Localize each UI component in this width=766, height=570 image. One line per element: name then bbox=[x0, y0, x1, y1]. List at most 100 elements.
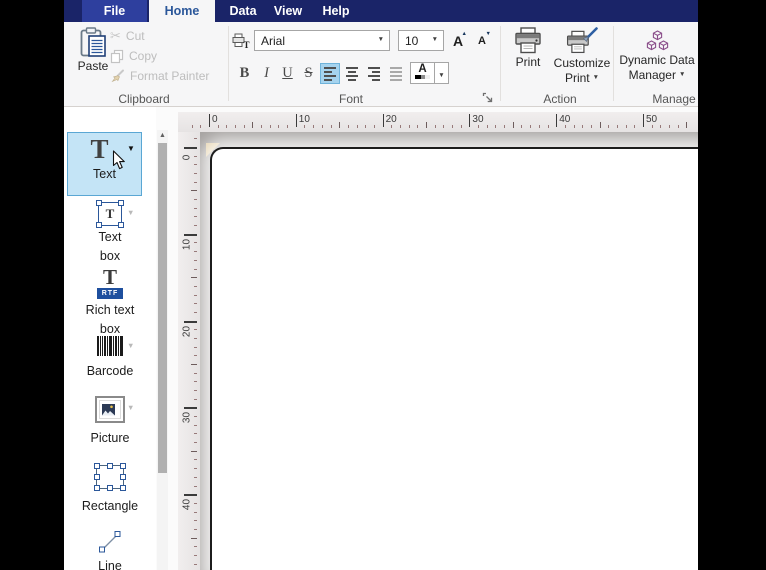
toolbox-item-label-2: box bbox=[99, 249, 121, 263]
align-left-button[interactable] bbox=[320, 63, 340, 84]
workspace: T ▼ Text T ▼ Text box T RTF Rich text bo… bbox=[64, 107, 698, 570]
chevron-down-icon: ▼ bbox=[678, 71, 686, 79]
toolbox-item-barcode[interactable]: ▼ Barcode bbox=[64, 336, 156, 381]
ruler-tick bbox=[521, 125, 523, 128]
toolbox-item-textbox[interactable]: T ▼ Text box bbox=[64, 200, 156, 266]
menu-file[interactable]: File bbox=[82, 0, 147, 22]
ruler-tick bbox=[287, 125, 289, 128]
ruler-tick bbox=[556, 114, 558, 127]
ruler-tick bbox=[191, 537, 197, 539]
scroll-up-icon[interactable]: ▲ bbox=[157, 130, 168, 142]
ruler-tick bbox=[643, 114, 644, 127]
menu-bar: File Home Data View Help bbox=[64, 0, 698, 22]
paste-button[interactable]: Paste bbox=[74, 27, 112, 73]
font-dialog-launcher[interactable] bbox=[482, 92, 494, 104]
ruler-tick bbox=[194, 485, 197, 487]
ruler-tick bbox=[194, 468, 197, 470]
chevron-down-icon[interactable]: ▼ bbox=[127, 208, 134, 217]
ruler-tick bbox=[217, 125, 219, 128]
ruler-tick bbox=[278, 125, 280, 128]
chevron-down-icon: ▼ bbox=[592, 74, 600, 82]
line-icon bbox=[99, 531, 121, 553]
toolbox-item-richtextbox[interactable]: T RTF Rich text box bbox=[64, 267, 156, 339]
chevron-down-icon: ▼ bbox=[431, 36, 438, 44]
toolbox-scrollbar[interactable]: ▲ bbox=[157, 130, 168, 570]
underline-button[interactable]: U bbox=[277, 62, 298, 85]
align-justify-button[interactable] bbox=[386, 63, 406, 84]
ruler-tick bbox=[495, 125, 497, 128]
bold-button[interactable]: B bbox=[234, 62, 255, 85]
ruler-label: 20 bbox=[385, 114, 397, 125]
ruler-label: 50 bbox=[646, 114, 658, 125]
format-painter-button[interactable]: Format Painter bbox=[110, 67, 209, 85]
toolbox-item-text[interactable]: T ▼ Text bbox=[67, 132, 142, 196]
ruler-tick bbox=[538, 125, 540, 128]
ruler-tick bbox=[191, 364, 197, 365]
font-color-button[interactable]: A bbox=[410, 62, 435, 84]
ruler-tick bbox=[295, 114, 297, 127]
ruler-tick bbox=[194, 346, 197, 348]
align-center-icon bbox=[343, 64, 361, 83]
italic-button[interactable]: I bbox=[256, 62, 277, 85]
action-group-label: Action bbox=[543, 92, 577, 106]
barcode-icon bbox=[97, 336, 123, 356]
ruler-tick bbox=[194, 390, 197, 392]
ruler-tick bbox=[486, 125, 488, 128]
design-canvas[interactable] bbox=[200, 132, 698, 570]
ruler-tick bbox=[194, 528, 197, 530]
font-group-label: Font bbox=[338, 92, 363, 106]
copy-button[interactable]: Copy bbox=[110, 47, 157, 65]
app-window: File Home Data View Help Paste ✂ Cut Cop… bbox=[64, 0, 698, 570]
align-left-icon bbox=[321, 64, 339, 83]
tab-home[interactable]: Home bbox=[149, 0, 215, 22]
ruler-tick bbox=[321, 125, 323, 128]
ruler-tick bbox=[243, 125, 245, 128]
chevron-down-icon[interactable]: ▼ bbox=[127, 403, 134, 412]
svg-text:T: T bbox=[244, 40, 250, 49]
cut-button[interactable]: ✂ Cut bbox=[110, 27, 145, 45]
ruler-tick bbox=[194, 181, 197, 183]
font-color-dropdown[interactable]: ▼ bbox=[435, 62, 449, 84]
toolbox-item-picture[interactable]: ▼ Picture bbox=[64, 396, 156, 448]
scrollbar-thumb[interactable] bbox=[158, 143, 167, 473]
ruler-tick bbox=[313, 125, 315, 128]
align-right-button[interactable] bbox=[364, 63, 384, 84]
label-page[interactable] bbox=[210, 147, 698, 570]
ruler-tick bbox=[194, 416, 197, 418]
tab-view[interactable]: View bbox=[267, 0, 309, 22]
ruler-tick bbox=[252, 122, 254, 128]
textbox-tool-icon: T bbox=[96, 200, 124, 228]
align-right-icon bbox=[365, 64, 383, 83]
tab-help[interactable]: Help bbox=[313, 0, 359, 22]
copy-label: Copy bbox=[129, 49, 158, 63]
print-button[interactable]: Print bbox=[507, 27, 549, 69]
font-family-select[interactable]: Arial ▼ bbox=[254, 30, 390, 51]
group-separator bbox=[613, 26, 614, 101]
chevron-down-icon[interactable]: ▼ bbox=[127, 144, 135, 153]
ruler-tick bbox=[194, 546, 197, 548]
ruler-tick bbox=[590, 125, 592, 128]
toolbox-item-rectangle[interactable]: Rectangle bbox=[64, 463, 156, 516]
ruler-tick bbox=[191, 125, 193, 128]
font-size-select[interactable]: 10 ▼ bbox=[398, 30, 444, 51]
grow-font-button[interactable]: A ▲ bbox=[448, 31, 468, 51]
strikethrough-button[interactable]: S bbox=[298, 62, 319, 85]
ruler-tick bbox=[373, 125, 375, 128]
ruler-tick bbox=[660, 125, 662, 128]
ruler-tick bbox=[194, 442, 197, 444]
shrink-font-button[interactable]: A ▼ bbox=[472, 31, 492, 51]
ruler-tick bbox=[194, 251, 197, 253]
ddm-label-1: Dynamic Data bbox=[619, 53, 695, 67]
printer-font-icon: T bbox=[232, 33, 250, 49]
font-family-value: Arial bbox=[261, 33, 286, 48]
ruler-label: 40 bbox=[559, 114, 571, 125]
tab-data[interactable]: Data bbox=[219, 0, 267, 22]
align-center-button[interactable] bbox=[342, 63, 362, 84]
toolbox-item-line[interactable]: Line bbox=[64, 528, 156, 570]
chevron-down-icon[interactable]: ▼ bbox=[127, 341, 134, 350]
ruler-label: 40 bbox=[181, 499, 193, 511]
ruler-tick bbox=[194, 242, 197, 244]
customize-print-button[interactable]: Customize Print ▼ bbox=[551, 27, 613, 85]
ruler-tick bbox=[469, 114, 471, 127]
dynamic-data-manager-button[interactable]: Dynamic Data Manager ▼ bbox=[616, 27, 698, 82]
